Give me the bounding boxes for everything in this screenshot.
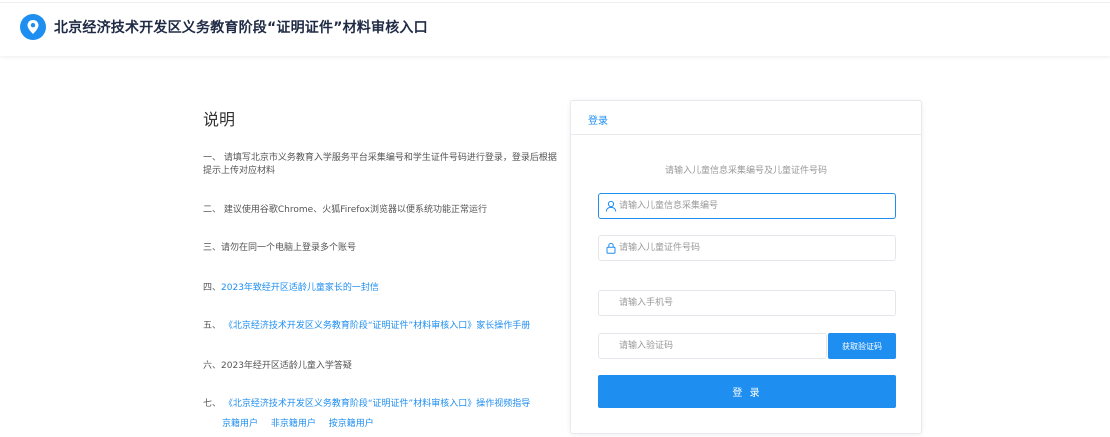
get-code-button[interactable]: 获取验证码 [828, 333, 896, 359]
video-links-row: 京籍用户 非京籍用户 按京籍用户 [222, 418, 582, 431]
instructions-title: 说明 [203, 110, 236, 129]
item-prefix: 一、 [203, 153, 222, 163]
login-tab[interactable]: 登录 [588, 112, 608, 127]
item-prefix: 五、 [203, 321, 222, 331]
instruction-item-6: 六、2023年经开区适龄儿童入学答疑 [203, 360, 563, 373]
verification-code-field[interactable] [598, 333, 827, 359]
parent-letter-link[interactable]: 2023年致经开区适龄儿童家长的一封信 [221, 283, 379, 293]
instruction-item-5: 五、 《北京经济技术开发区义务教育阶段“证明证件”材料审核入口》家长操作手册 [203, 320, 563, 333]
item-prefix: 七、 [203, 399, 222, 409]
top-divider [0, 2, 1110, 3]
login-card: 登录 请输入儿童信息采集编号及儿童证件号码 获取验证码 登 录 [570, 100, 922, 434]
instruction-item-2: 二、 建议使用谷歌Chrome、火狐Firefox浏览器以便系统功能正常运行 [203, 204, 563, 217]
app-header: 北京经济技术开发区义务教育阶段“证明证件”材料审核入口 [0, 0, 1110, 56]
item-text: 2023年经开区适龄儿童入学答疑 [221, 361, 352, 371]
item-prefix: 三、 [203, 243, 222, 253]
app-title: 北京经济技术开发区义务教育阶段“证明证件”材料审核入口 [54, 20, 428, 36]
item-text: 请勿在同一个电脑上登录多个账号 [221, 243, 357, 253]
instruction-item-7: 七、 《北京经济技术开发区义务教育阶段“证明证件”材料审核入口》操作视频指导 [203, 398, 563, 411]
item-text: 请填写北京市义务教育入学服务平台采集编号和学生证件号码进行登录，登录后根据提示上… [203, 153, 557, 176]
instruction-item-1: 一、 请填写北京市义务教育入学服务平台采集编号和学生证件号码进行登录，登录后根据… [203, 152, 563, 178]
instruction-item-4: 四、2023年致经开区适龄儿童家长的一封信 [203, 282, 563, 295]
video-link-as-beijing[interactable]: 按京籍用户 [329, 419, 374, 429]
page: 北京经济技术开发区义务教育阶段“证明证件”材料审核入口 说明 一、 请填写北京市… [0, 0, 1110, 437]
video-link-non-beijing[interactable]: 非京籍用户 [271, 419, 316, 429]
phone-field[interactable] [598, 290, 896, 316]
location-pin-logo-icon [20, 14, 46, 40]
phone-input[interactable] [619, 291, 889, 315]
parent-manual-link[interactable]: 《北京经济技术开发区义务教育阶段“证明证件”材料审核入口》家长操作手册 [224, 321, 530, 331]
item-prefix: 六、 [203, 361, 222, 371]
video-guide-link[interactable]: 《北京经济技术开发区义务教育阶段“证明证件”材料审核入口》操作视频指导 [224, 399, 530, 409]
id-number-field[interactable] [598, 235, 896, 261]
item-prefix: 二、 [203, 205, 222, 215]
item-prefix: 四、 [203, 283, 222, 293]
user-icon [605, 200, 617, 212]
login-card-header: 登录 [571, 101, 921, 135]
login-hint: 请输入儿童信息采集编号及儿童证件号码 [664, 166, 827, 176]
video-link-beijing[interactable]: 京籍用户 [222, 419, 258, 429]
login-button[interactable]: 登 录 [598, 375, 896, 408]
collection-number-input[interactable] [619, 194, 889, 218]
instruction-item-3: 三、请勿在同一个电脑上登录多个账号 [203, 242, 563, 255]
id-number-input[interactable] [619, 236, 889, 260]
item-text: 建议使用谷歌Chrome、火狐Firefox浏览器以便系统功能正常运行 [223, 205, 487, 215]
collection-number-field[interactable] [598, 193, 896, 219]
lock-icon [606, 242, 616, 254]
verification-code-input[interactable] [619, 334, 819, 358]
